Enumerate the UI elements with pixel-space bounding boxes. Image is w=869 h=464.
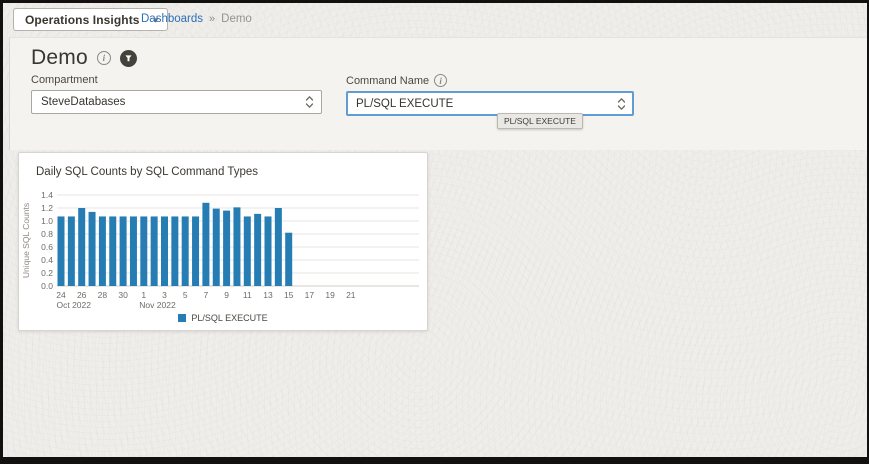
legend-item[interactable]: PL/SQL EXECUTE [178, 313, 267, 323]
legend-swatch [178, 314, 186, 322]
command-name-tooltip: PL/SQL EXECUTE [497, 113, 583, 129]
breadcrumb-current-page: Demo [221, 13, 252, 25]
command-name-select[interactable]: PL/SQL EXECUTE [346, 91, 634, 116]
x-tick-label: 3 [162, 290, 167, 300]
chart-bar [120, 216, 127, 286]
legend-label: PL/SQL EXECUTE [191, 313, 267, 323]
select-updown-icon [617, 96, 626, 112]
daily-sql-counts-bar-chart: 0.00.20.40.60.81.01.21.42426283013579111… [21, 181, 425, 313]
chart-bar [182, 216, 189, 286]
chart-bar [161, 216, 168, 286]
chart-bar [78, 208, 85, 286]
compartment-selected-value: SteveDatabases [41, 96, 125, 108]
page-info-icon[interactable]: i [97, 51, 111, 65]
chart-bar [151, 216, 158, 286]
chart-bar [109, 216, 116, 286]
y-tick-label: 0.0 [41, 281, 53, 291]
y-tick-label: 1.2 [41, 203, 53, 213]
x-tick-label: 24 [56, 290, 66, 300]
command-name-label: Command Name [346, 75, 429, 87]
breadcrumb-link-dashboards[interactable]: Dashboards [141, 13, 203, 25]
app-window: Operations Insights ▾ Dashboards » Demo … [0, 0, 869, 464]
month-label: Nov 2022 [139, 300, 176, 310]
chart-bar [58, 216, 65, 286]
x-tick-label: 21 [346, 290, 356, 300]
page-header-panel: Demo i Compartment SteveDatabases paasde… [9, 37, 867, 150]
command-name-selected-value: PL/SQL EXECUTE [356, 98, 453, 110]
chart-bar [233, 207, 240, 286]
chart-bar [254, 214, 261, 286]
x-tick-label: 15 [284, 290, 294, 300]
y-tick-label: 1.4 [41, 190, 53, 200]
chart-bar [171, 216, 178, 286]
chart-bar [130, 216, 137, 286]
chart-bar [213, 209, 220, 286]
y-tick-label: 0.2 [41, 268, 53, 278]
command-name-field: Command Name i PL/SQL EXECUTE [346, 74, 634, 116]
x-tick-label: 30 [118, 290, 128, 300]
chart-bar [223, 211, 230, 286]
select-updown-icon [305, 94, 314, 110]
x-tick-label: 19 [325, 290, 335, 300]
chart-bar [285, 233, 292, 286]
month-label: Oct 2022 [57, 300, 92, 310]
y-tick-label: 0.8 [41, 229, 53, 239]
y-tick-label: 1.0 [41, 216, 53, 226]
breadcrumb: Dashboards » Demo [141, 13, 252, 25]
x-tick-label: 5 [183, 290, 188, 300]
chart-bar [265, 216, 272, 286]
breadcrumb-separator-icon: » [209, 13, 215, 25]
chart-legend: PL/SQL EXECUTE [19, 313, 427, 323]
page-title: Demo [31, 46, 88, 70]
chart-bar [192, 216, 199, 286]
x-tick-label: 28 [98, 290, 108, 300]
x-tick-label: 11 [243, 290, 252, 300]
chart-bar [244, 216, 251, 286]
app-switcher-label: Operations Insights [25, 13, 140, 27]
x-tick-label: 1 [141, 290, 146, 300]
command-name-info-icon[interactable]: i [434, 74, 447, 87]
x-tick-label: 7 [204, 290, 209, 300]
y-tick-label: 0.4 [41, 255, 53, 265]
y-axis-label: Unique SQL Counts [21, 203, 31, 278]
chart-bar [99, 216, 106, 286]
x-tick-label: 13 [263, 290, 273, 300]
chart-bar [140, 216, 147, 286]
x-tick-label: 9 [224, 290, 229, 300]
y-tick-label: 0.6 [41, 242, 53, 252]
chart-bar [68, 216, 75, 286]
chart-bar [202, 203, 209, 286]
funnel-glyph [123, 53, 134, 64]
x-tick-label: 26 [77, 290, 87, 300]
chart-bar [89, 212, 96, 286]
chart-bar [275, 208, 282, 286]
filter-funnel-icon[interactable] [120, 50, 137, 67]
compartment-label: Compartment [31, 74, 322, 86]
chart-card: Daily SQL Counts by SQL Command Types 0.… [18, 152, 428, 331]
compartment-select[interactable]: SteveDatabases [31, 90, 322, 114]
x-tick-label: 17 [305, 290, 315, 300]
chart-title: Daily SQL Counts by SQL Command Types [36, 166, 258, 178]
compartment-field: Compartment SteveDatabases [31, 74, 322, 114]
